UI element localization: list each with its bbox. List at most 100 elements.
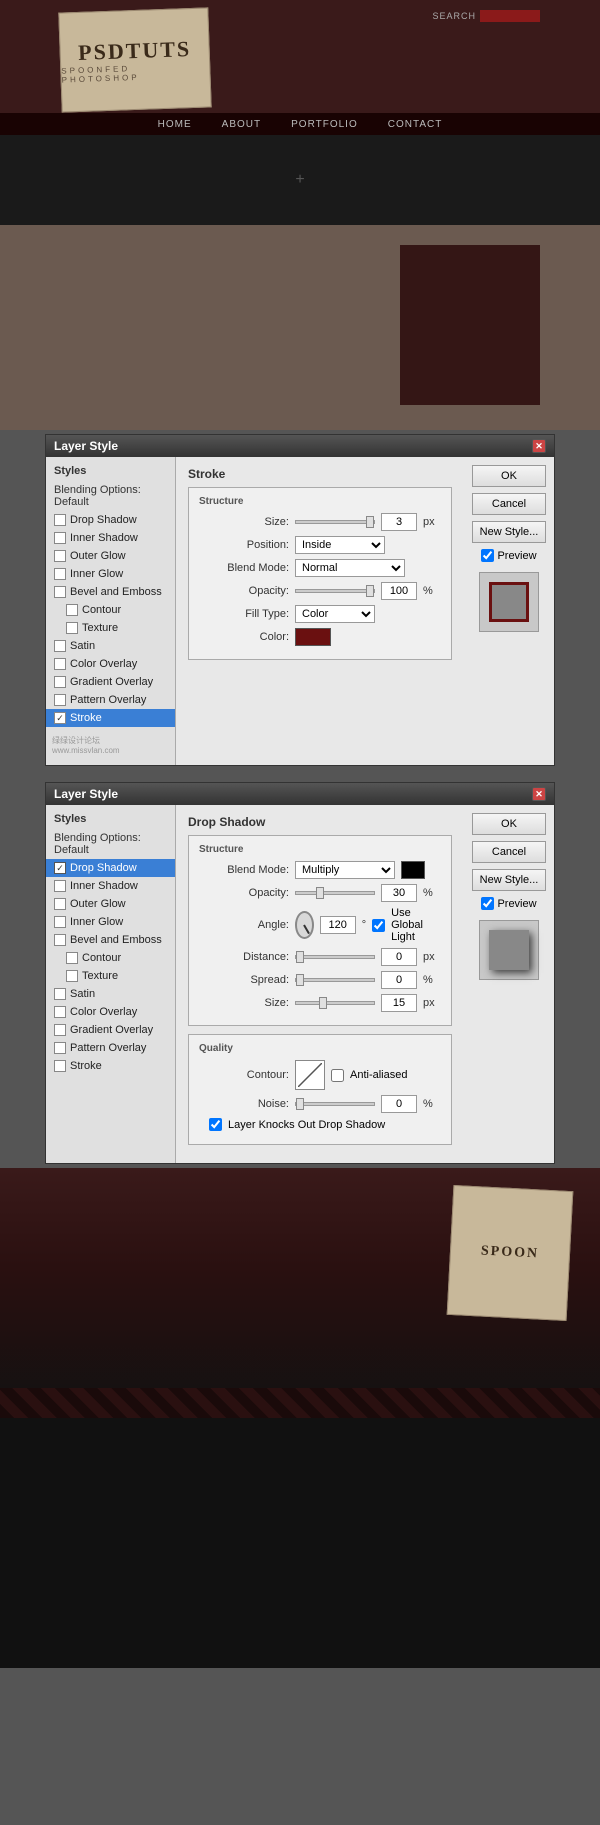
checkbox-bevel[interactable] (54, 586, 66, 598)
checkbox-contour-2[interactable] (66, 952, 78, 964)
style-item-blending[interactable]: Blending Options: Default (46, 481, 175, 511)
checkbox-inner-glow-2[interactable] (54, 916, 66, 928)
angle-input[interactable] (320, 916, 356, 934)
size-input[interactable] (381, 513, 417, 531)
style-item-contour[interactable]: Contour (46, 601, 175, 619)
contour-preview[interactable] (295, 1060, 325, 1090)
checkbox-texture-2[interactable] (66, 970, 78, 982)
opacity-slider-2[interactable] (295, 891, 375, 895)
style-item-outer-glow-2[interactable]: Outer Glow (46, 895, 175, 913)
style-item-bevel-2[interactable]: Bevel and Emboss (46, 931, 175, 949)
noise-row: Noise: % (199, 1095, 441, 1113)
distance-slider-thumb[interactable] (296, 951, 304, 963)
style-item-gradient-overlay[interactable]: Gradient Overlay (46, 673, 175, 691)
style-item-satin[interactable]: Satin (46, 637, 175, 655)
checkbox-pattern-overlay-2[interactable] (54, 1042, 66, 1054)
size-slider-thumb[interactable] (366, 516, 374, 528)
style-item-drop-shadow[interactable]: Drop Shadow (46, 511, 175, 529)
style-item-color-overlay[interactable]: Color Overlay (46, 655, 175, 673)
style-item-inner-shadow-2[interactable]: Inner Shadow (46, 877, 175, 895)
checkbox-satin[interactable] (54, 640, 66, 652)
ok-button-2[interactable]: OK (472, 813, 546, 835)
checkbox-gradient-overlay-2[interactable] (54, 1024, 66, 1036)
checkbox-inner-glow[interactable] (54, 568, 66, 580)
new-style-button-1[interactable]: New Style... (472, 521, 546, 543)
style-item-drop-shadow-2[interactable]: ✓ Drop Shadow (46, 859, 175, 877)
style-item-texture[interactable]: Texture (46, 619, 175, 637)
style-item-bevel[interactable]: Bevel and Emboss (46, 583, 175, 601)
anti-alias-checkbox[interactable] (331, 1069, 344, 1082)
position-select[interactable]: Inside Outside Center (295, 536, 385, 554)
preview-checkbox-2[interactable] (481, 897, 494, 910)
checkbox-color-overlay[interactable] (54, 658, 66, 670)
checkbox-satin-2[interactable] (54, 988, 66, 1000)
noise-slider[interactable] (295, 1102, 375, 1106)
style-item-pattern-overlay-2[interactable]: Pattern Overlay (46, 1039, 175, 1057)
blend-mode-select-2[interactable]: Multiply Normal (295, 861, 395, 879)
style-item-gradient-overlay-2[interactable]: Gradient Overlay (46, 1021, 175, 1039)
opacity-slider[interactable] (295, 589, 375, 593)
style-item-stroke[interactable]: ✓ Stroke (46, 709, 175, 727)
checkbox-bevel-2[interactable] (54, 934, 66, 946)
opacity-slider-thumb[interactable] (366, 585, 374, 597)
blend-mode-select[interactable]: Normal Multiply (295, 559, 405, 577)
style-item-stroke-2[interactable]: Stroke (46, 1057, 175, 1075)
distance-input[interactable] (381, 948, 417, 966)
distance-slider[interactable] (295, 955, 375, 959)
style-item-inner-glow-2[interactable]: Inner Glow (46, 913, 175, 931)
preview-checkbox-1[interactable] (481, 549, 494, 562)
blend-color-swatch[interactable] (401, 861, 425, 879)
style-item-color-overlay-2[interactable]: Color Overlay (46, 1003, 175, 1021)
checkbox-drop-shadow-2[interactable]: ✓ (54, 862, 66, 874)
style-item-satin-2[interactable]: Satin (46, 985, 175, 1003)
cancel-button-2[interactable]: Cancel (472, 841, 546, 863)
checkbox-outer-glow[interactable] (54, 550, 66, 562)
checkbox-stroke-2[interactable] (54, 1060, 66, 1072)
angle-dial[interactable] (295, 911, 314, 939)
style-item-outer-glow[interactable]: Outer Glow (46, 547, 175, 565)
size-slider-thumb-2[interactable] (319, 997, 327, 1009)
preview-box-1 (479, 572, 539, 632)
style-item-texture-2[interactable]: Texture (46, 967, 175, 985)
ok-button-1[interactable]: OK (472, 465, 546, 487)
size-slider[interactable] (295, 520, 375, 524)
opacity-slider-thumb-2[interactable] (316, 887, 324, 899)
style-item-contour-2[interactable]: Contour (46, 949, 175, 967)
size-input-2[interactable] (381, 994, 417, 1012)
checkbox-contour[interactable] (66, 604, 78, 616)
spread-slider-thumb[interactable] (296, 974, 304, 986)
style-item-pattern-overlay[interactable]: Pattern Overlay (46, 691, 175, 709)
layer-knocks-checkbox[interactable] (209, 1118, 222, 1131)
checkbox-outer-glow-2[interactable] (54, 898, 66, 910)
noise-slider-thumb[interactable] (296, 1098, 304, 1110)
nav-portfolio[interactable]: PORTFOLIO (291, 119, 358, 130)
spread-input[interactable] (381, 971, 417, 989)
global-light-checkbox[interactable] (372, 919, 385, 932)
checkbox-inner-shadow-2[interactable] (54, 880, 66, 892)
close-button-2[interactable]: ✕ (532, 787, 546, 801)
style-item-inner-glow[interactable]: Inner Glow (46, 565, 175, 583)
style-item-blending-2[interactable]: Blending Options: Default (46, 829, 175, 859)
checkbox-pattern-overlay[interactable] (54, 694, 66, 706)
opacity-input-2[interactable] (381, 884, 417, 902)
fill-type-select[interactable]: Color Gradient Pattern (295, 605, 375, 623)
checkbox-inner-shadow[interactable] (54, 532, 66, 544)
nav-contact[interactable]: CONTACT (388, 119, 443, 130)
checkbox-gradient-overlay[interactable] (54, 676, 66, 688)
nav-home[interactable]: HOME (158, 119, 192, 130)
checkbox-stroke[interactable]: ✓ (54, 712, 66, 724)
checkbox-color-overlay-2[interactable] (54, 1006, 66, 1018)
checkbox-drop-shadow[interactable] (54, 514, 66, 526)
crosshair-icon: + (295, 171, 304, 189)
size-slider-2[interactable] (295, 1001, 375, 1005)
opacity-input[interactable] (381, 582, 417, 600)
nav-about[interactable]: ABOUT (222, 119, 261, 130)
cancel-button-1[interactable]: Cancel (472, 493, 546, 515)
style-item-inner-shadow[interactable]: Inner Shadow (46, 529, 175, 547)
color-swatch[interactable] (295, 628, 331, 646)
new-style-button-2[interactable]: New Style... (472, 869, 546, 891)
close-button-1[interactable]: ✕ (532, 439, 546, 453)
spread-slider[interactable] (295, 978, 375, 982)
checkbox-texture[interactable] (66, 622, 78, 634)
noise-input[interactable] (381, 1095, 417, 1113)
